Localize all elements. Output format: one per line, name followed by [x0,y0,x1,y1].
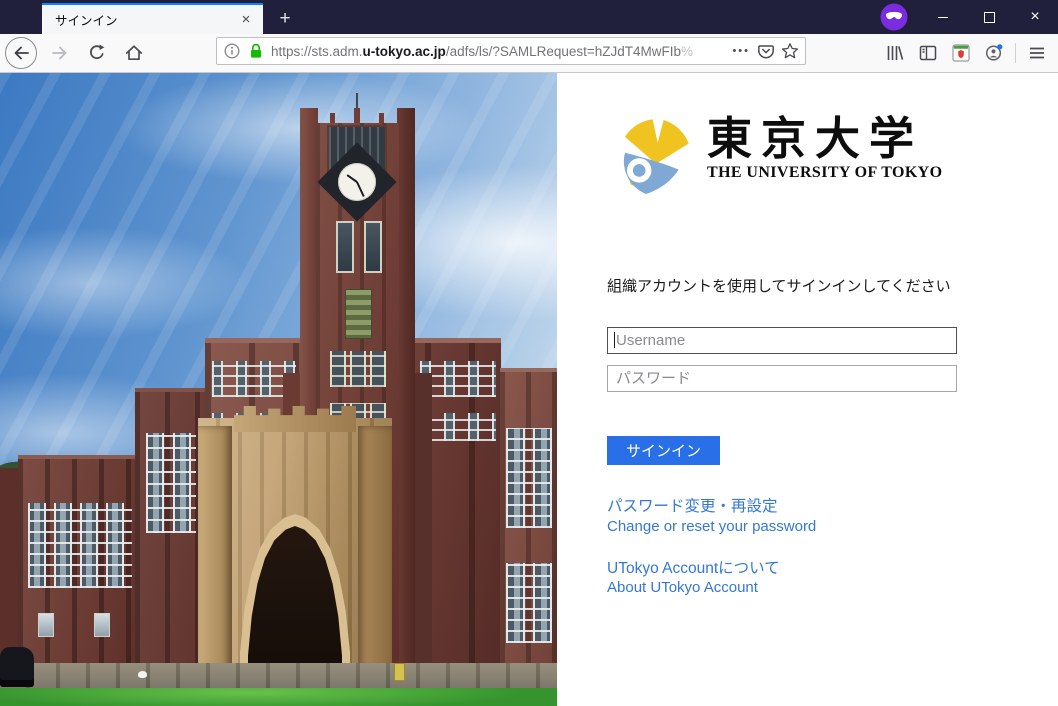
minimize-button[interactable] [920,0,966,34]
signin-instruction: 組織アカウントを使用してサインインしてください [607,275,951,296]
page-actions-icon[interactable]: ••• [732,45,750,57]
tab-close-icon[interactable]: × [237,11,255,29]
left-wing-small-window [94,613,110,637]
menu-button[interactable] [1022,39,1052,67]
sidebar-icon [918,43,938,63]
tower-bronze-ornament [345,289,372,339]
tower-shoulder [412,373,432,706]
logo-text: 東京大学 THE UNIVERSITY OF TOKYO [707,115,942,182]
tower-clock [329,154,385,210]
mid-left-windows [146,433,196,533]
new-tab-button[interactable]: + [270,3,300,34]
right-wing-windows [506,563,552,643]
password-input[interactable] [607,365,957,392]
change-password-link-jp[interactable]: パスワード変更・再設定 [607,494,778,516]
library-button[interactable] [880,39,910,67]
home-button[interactable] [120,39,148,67]
about-account-link-jp[interactable]: UTokyo Accountについて [607,556,780,578]
url-bar[interactable]: https://sts.adm.u-tokyo.ac.jp/adfs/ls/?S… [216,37,806,65]
logo-english: THE UNIVERSITY OF TOKYO [707,164,942,182]
back-button[interactable] [5,37,37,69]
change-password-link-en[interactable]: Change or reset your password [607,518,816,535]
library-icon [885,43,905,63]
hamburger-menu-icon [1027,43,1047,63]
logo-japanese: 東京大学 [707,115,942,163]
campus-photo [0,73,557,706]
tower-window [364,221,382,273]
grass-lawn [0,688,557,706]
maximize-button[interactable] [966,0,1012,34]
site-info-icon[interactable] [223,42,241,60]
building-right-wing [500,368,557,706]
pavement [0,663,557,691]
page-content: 東京大学 THE UNIVERSITY OF TOKYO 組織アカウントを使用し… [0,73,1058,706]
forward-arrow-icon [50,43,70,63]
shield-extension-icon [951,43,971,63]
tab-title: サインイン [55,10,237,29]
ginkgo-leaf-icon [614,115,698,199]
account-extension-icon [984,43,1004,63]
close-button[interactable]: × [1012,0,1058,34]
about-account-link-en[interactable]: About UTokyo Account [607,579,758,596]
browser-window: サインイン × + × [0,0,1058,706]
signin-button[interactable]: サインイン [607,436,720,465]
forward-button[interactable] [46,39,74,67]
username-input[interactable] [607,327,957,354]
utokyo-logo: 東京大学 THE UNIVERSITY OF TOKYO [614,115,942,199]
titlebar: サインイン × + × [0,0,1058,34]
sidebar-button[interactable] [913,39,943,67]
small-white-bird [138,671,147,678]
home-icon [124,43,144,63]
https-lock-icon[interactable] [247,42,265,60]
bookmark-star-icon[interactable] [781,42,799,60]
login-panel: 東京大学 THE UNIVERSITY OF TOKYO 組織アカウントを使用し… [557,73,1058,706]
back-arrow-icon [11,43,31,63]
tower-window [336,221,354,273]
private-browsing-icon [880,3,908,31]
right-wing-windows [506,428,552,528]
left-wing-windows [28,503,132,588]
navigation-toolbar: https://sts.adm.u-tokyo.ac.jp/adfs/ls/?S… [0,34,1058,73]
extension-shield-button[interactable] [946,39,976,67]
extension-account-button[interactable] [979,39,1009,67]
pocket-icon[interactable] [757,42,775,60]
reload-button[interactable] [83,39,111,67]
maximize-icon [984,12,995,23]
yellow-sign [394,663,405,681]
url-domain: u-tokyo.ac.jp [363,44,446,59]
minimize-icon [938,17,948,18]
window-controls: × [920,0,1058,34]
left-wing-small-window [38,613,54,637]
parked-car [0,647,34,687]
url-text[interactable]: https://sts.adm.u-tokyo.ac.jp/adfs/ls/?S… [271,44,728,59]
tower-window-row [330,351,386,387]
toolbar-separator [1015,43,1016,63]
tower-pillar [397,108,415,706]
reload-icon [87,43,107,63]
browser-tab[interactable]: サインイン × [42,3,263,34]
toolbar-right-icons [880,34,1058,72]
